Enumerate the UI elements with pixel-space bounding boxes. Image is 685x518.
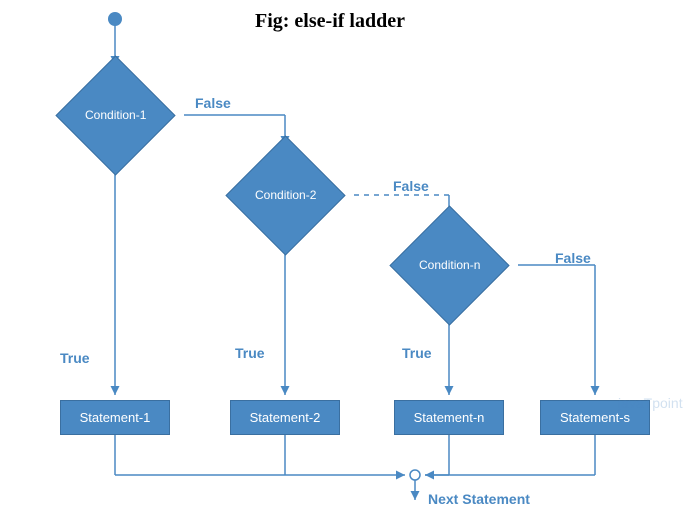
condition-2-label: Condition-2 — [255, 188, 316, 202]
true-label-2: True — [235, 345, 265, 361]
statement-1-box: Statement-1 — [60, 400, 170, 435]
condition-n-label: Condition-n — [419, 258, 480, 272]
start-node — [108, 12, 122, 26]
statement-1-text: Statement-1 — [80, 410, 151, 425]
next-statement-label: Next Statement — [428, 491, 530, 507]
statement-n-text: Statement-n — [414, 410, 485, 425]
false-label-2: False — [393, 178, 429, 194]
watermark-text: javaTpoint — [618, 395, 683, 411]
false-label-n: False — [555, 250, 591, 266]
false-label-1: False — [195, 95, 231, 111]
statement-2-text: Statement-2 — [250, 410, 321, 425]
true-label-1: True — [60, 350, 90, 366]
true-label-n: True — [402, 345, 432, 361]
statement-2-box: Statement-2 — [230, 400, 340, 435]
statement-n-box: Statement-n — [394, 400, 504, 435]
figure-title: Fig: else-if ladder — [255, 10, 405, 33]
condition-1-label: Condition-1 — [85, 108, 146, 122]
statement-s-text: Statement-s — [560, 410, 630, 425]
